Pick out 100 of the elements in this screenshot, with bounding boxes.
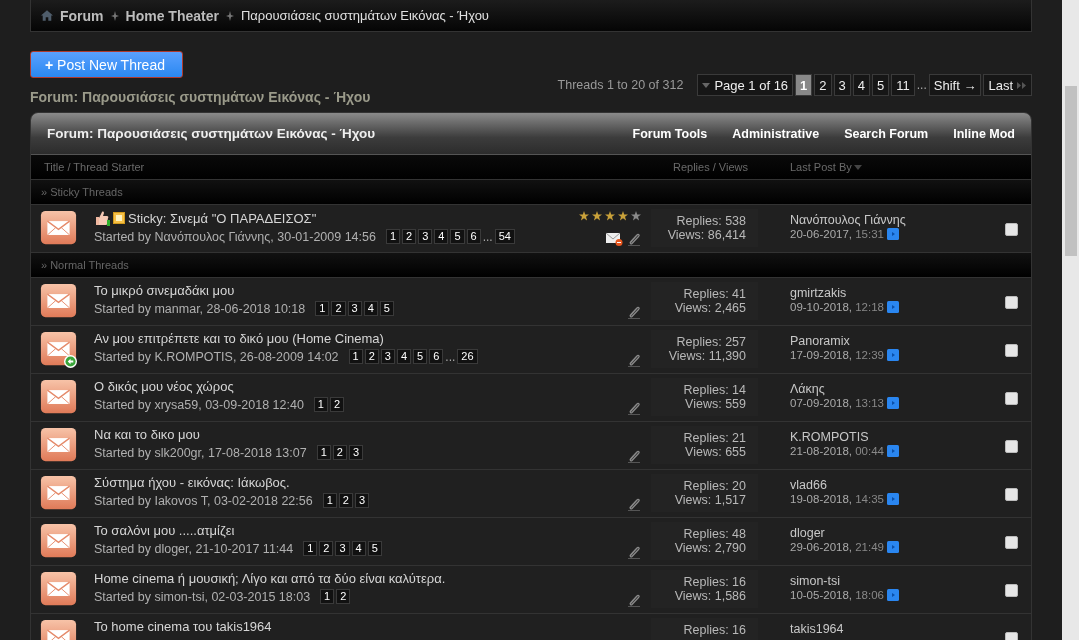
last-post-date: 20-06-2017, 15:31 [790, 228, 884, 240]
thread-page-link[interactable]: 4 [434, 229, 449, 244]
last-poster-link[interactable]: Panoramix [790, 334, 990, 348]
thread-page-link[interactable]: 54 [494, 229, 515, 244]
go-to-last-post-icon[interactable] [887, 301, 899, 313]
star-icon [605, 211, 615, 221]
go-to-last-post-icon[interactable] [887, 493, 899, 505]
toolbar-link[interactable]: Search Forum [844, 126, 929, 141]
thread-page-link[interactable]: 4 [363, 301, 378, 316]
thumbs-up-icon [94, 210, 110, 226]
thread-title-link[interactable]: Το home cinema του takis1964 [94, 619, 272, 634]
thread-page-link[interactable]: 2 [332, 445, 347, 460]
last-poster-link[interactable]: simon-tsi [790, 574, 990, 588]
thread-page-link[interactable]: 3 [418, 229, 433, 244]
thread-checkbox[interactable] [1005, 344, 1018, 357]
toolbar-link[interactable]: Inline Mod [953, 126, 1015, 141]
thread-page-link[interactable]: 2 [331, 301, 346, 316]
thread-checkbox[interactable] [1005, 223, 1018, 236]
go-to-last-post-icon[interactable] [887, 589, 899, 601]
go-to-last-post-icon[interactable] [887, 541, 899, 553]
thread-page-link[interactable]: 6 [429, 349, 444, 364]
thread-checkbox[interactable] [1005, 584, 1018, 597]
thread-checkbox[interactable] [1005, 536, 1018, 549]
page-link[interactable]: 11 [891, 74, 915, 96]
breadcrumb-link[interactable]: Forum [60, 7, 104, 24]
thread-page-link[interactable]: 1 [322, 493, 337, 508]
thread-page-link[interactable]: 5 [450, 229, 465, 244]
column-header[interactable]: Title / Thread Starter [44, 161, 673, 173]
thread-page-link[interactable]: 1 [385, 229, 401, 244]
home-icon[interactable] [41, 10, 53, 21]
thread-page-link[interactable]: 3 [335, 541, 350, 556]
last-poster-link[interactable]: K.ROMPOTIS [790, 430, 990, 444]
thread-page-link[interactable]: 2 [336, 589, 351, 604]
thread-title-link[interactable]: Sticky: Σινεμά "Ο ΠΑΡΑΔΕΙΣΟΣ" [128, 210, 317, 226]
last-page-link[interactable]: Last [983, 74, 1032, 96]
thread-page-link[interactable]: 3 [354, 493, 370, 508]
thread-page-link[interactable]: 6 [466, 229, 481, 244]
thread-title-link[interactable]: Ο δικός μου νέος χώρος [94, 379, 234, 394]
last-poster-link[interactable]: gmirtzakis [790, 286, 990, 300]
column-header[interactable]: Replies / Views [673, 161, 790, 173]
thread-checkbox[interactable] [1005, 296, 1018, 309]
toolbar-link[interactable]: Forum Tools [632, 126, 708, 141]
thread-checkbox[interactable] [1005, 440, 1018, 453]
thread-page-link[interactable]: 1 [316, 445, 331, 460]
thread-page-link[interactable]: 5 [367, 541, 382, 556]
last-poster-link[interactable]: Νανόπουλος Γιάννης [790, 213, 990, 227]
thread-page-link[interactable]: 2 [364, 349, 379, 364]
page-link[interactable]: 5 [872, 74, 890, 96]
thread-page-link[interactable]: 4 [351, 541, 366, 556]
thread-page-link[interactable]: 26 [457, 349, 478, 364]
thread-page-link[interactable]: 1 [303, 541, 318, 556]
thread-page-link[interactable]: 1 [348, 349, 363, 364]
thread-page-link[interactable]: 5 [413, 349, 428, 364]
thread-title-link[interactable]: Home cinema ή μουσική; Λίγο και από τα δύο είναι καλύτερα. [94, 571, 446, 586]
thread-page-link[interactable]: 4 [396, 349, 412, 364]
go-to-last-post-icon[interactable] [887, 349, 899, 361]
last-poster-link[interactable]: dloger [790, 526, 990, 540]
ellipsis: ... [916, 78, 927, 92]
column-header[interactable]: Last Post By [790, 161, 862, 173]
views-count: Views: 2,790 [674, 541, 746, 555]
last-poster-link[interactable]: takis1964 [790, 622, 990, 636]
thread-page-link[interactable]: 2 [402, 229, 417, 244]
go-to-last-post-icon[interactable] [887, 397, 899, 409]
forum-heading: Forum: Παρουσιάσεις συστημάτων Εικόνας - Ήχου [30, 89, 371, 106]
thread-page-link[interactable]: 2 [338, 493, 353, 508]
page-link[interactable]: 1 [795, 74, 813, 96]
thread-page-link[interactable]: 3 [347, 301, 362, 316]
last-post-date: 10-05-2018, 18:06 [790, 589, 884, 601]
thread-page-link[interactable]: 1 [313, 397, 328, 412]
thread-page-link[interactable]: 3 [380, 349, 395, 364]
go-to-last-post-icon[interactable] [887, 228, 899, 240]
thread-page-link[interactable]: 2 [319, 541, 334, 556]
page-link[interactable]: 3 [833, 74, 851, 96]
last-post-date: 19-08-2018, 14:35 [790, 493, 884, 505]
thread-checkbox[interactable] [1005, 392, 1018, 405]
thread-title-link[interactable]: Να και το δικο μου [94, 427, 200, 442]
paperclip-icon [627, 545, 641, 559]
thread-page-link[interactable]: 5 [379, 301, 394, 316]
thread-title-link[interactable]: Το σαλόνι μου .....ατμίζει [94, 523, 235, 538]
last-poster-link[interactable]: Λάκης [790, 382, 990, 396]
thread-starter: Started by slk200gr, 17-08-2018 13:07 [94, 445, 307, 460]
scrollbar[interactable] [1062, 0, 1079, 640]
page-link[interactable]: 2 [814, 74, 832, 96]
replies-count: Replies: 20 [683, 479, 746, 493]
thread-title-link[interactable]: Το μικρό σινεμαδάκι μου [94, 283, 235, 298]
thread-page-link[interactable]: 1 [315, 301, 330, 316]
replies-count: Replies: 48 [683, 527, 746, 541]
go-to-last-post-icon[interactable] [887, 445, 899, 457]
page-link[interactable]: 4 [852, 74, 871, 96]
next-page-link[interactable]: Shift → [928, 74, 982, 96]
thread-title-link[interactable]: Αν μου επιτρέπετε και το δικό μου (Home Cinema) [94, 331, 384, 346]
thread-page-link[interactable]: 1 [320, 589, 335, 604]
thread-page-link[interactable]: 2 [330, 397, 345, 412]
last-poster-link[interactable]: vlad66 [790, 478, 990, 492]
thread-title-link[interactable]: Σύστημα ήχου - εικόνας: Ιάκωβος. [94, 475, 290, 490]
breadcrumb-link[interactable]: Home Theater [125, 7, 219, 24]
toolbar-link[interactable]: Administrative [732, 126, 820, 141]
thread-checkbox[interactable] [1005, 488, 1018, 501]
page-menu-button[interactable]: Page 1 of 16 [697, 74, 794, 96]
thread-page-link[interactable]: 3 [348, 445, 364, 460]
